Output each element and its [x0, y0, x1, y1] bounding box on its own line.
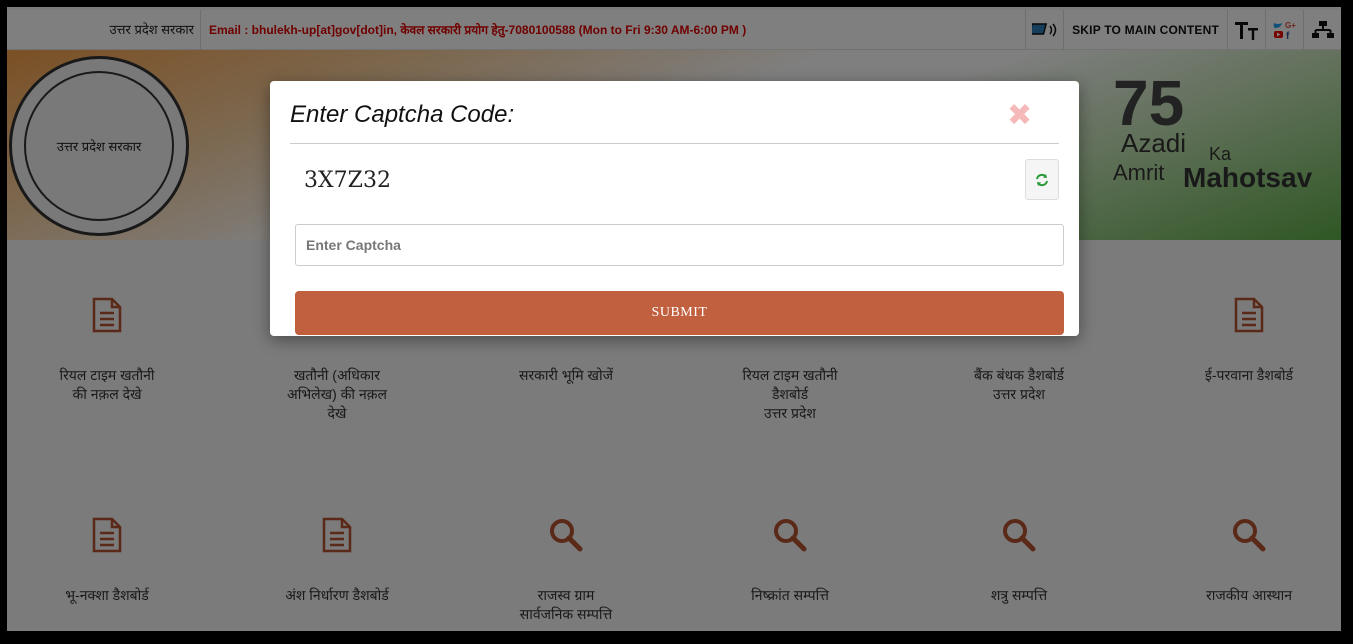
captcha-input[interactable]: [295, 224, 1064, 266]
captcha-code-text: 3X7Z32: [304, 168, 391, 193]
refresh-icon: [1036, 173, 1048, 186]
divider: [290, 143, 1059, 144]
submit-button[interactable]: SUBMIT: [295, 291, 1064, 335]
modal-title: Enter Captcha Code:: [290, 101, 515, 128]
refresh-captcha-button[interactable]: [1025, 159, 1059, 200]
captcha-modal: Enter Captcha Code: ✖ 3X7Z32 SUBMIT: [270, 81, 1079, 336]
close-icon[interactable]: ✖: [1007, 101, 1033, 131]
